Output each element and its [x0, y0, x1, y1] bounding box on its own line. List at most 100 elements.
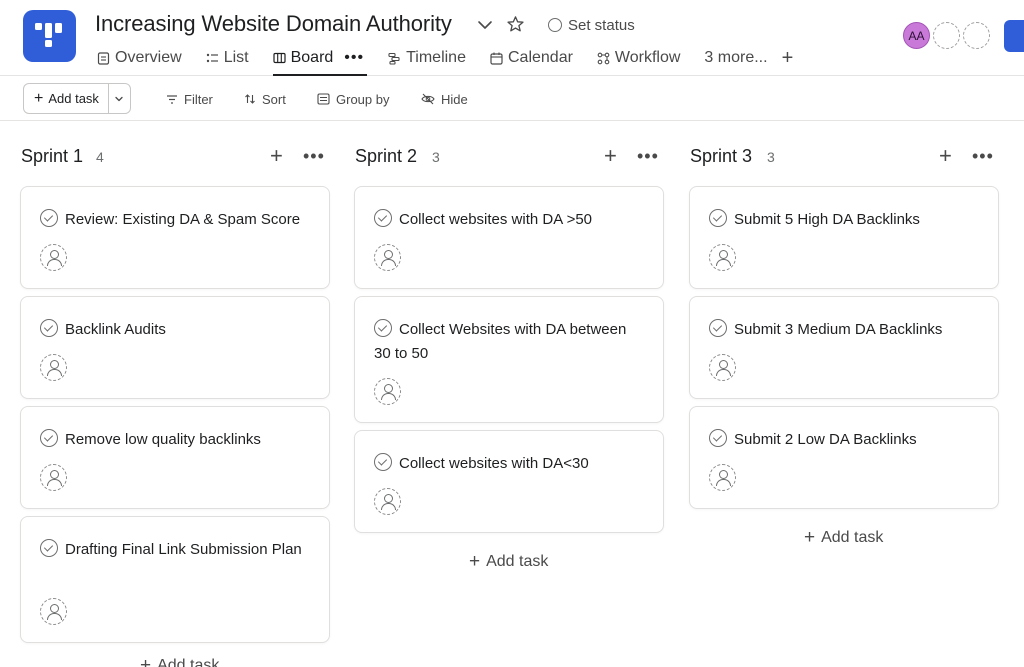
assignee-placeholder-icon[interactable]: [709, 464, 736, 491]
task-name: Submit 2 Low DA Backlinks: [734, 431, 917, 448]
tab-list[interactable]: List: [206, 47, 249, 69]
share-button[interactable]: [1004, 20, 1024, 52]
sort-icon: [245, 94, 255, 104]
task-card[interactable]: Collect Websites with DA between 30 to 5…: [354, 296, 664, 423]
column-add-task-button[interactable]: + Add task: [804, 528, 884, 547]
star-icon[interactable]: [506, 15, 525, 34]
assignee-placeholder-icon[interactable]: [40, 244, 67, 271]
add-task-split-button: + Add task: [23, 83, 131, 114]
add-task-label: Add task: [48, 91, 99, 106]
assignee-placeholder-icon[interactable]: [374, 244, 401, 271]
complete-check-icon[interactable]: [40, 429, 58, 447]
column-header: Sprint 1 4 + •••: [20, 144, 330, 170]
add-tab-button[interactable]: +: [782, 47, 794, 69]
task-card[interactable]: Submit 3 Medium DA Backlinks: [689, 296, 999, 399]
complete-check-icon[interactable]: [374, 319, 392, 337]
task-card[interactable]: Review: Existing DA & Spam Score: [20, 186, 330, 289]
add-task-to-column-icon[interactable]: +: [270, 144, 283, 168]
plus-icon: +: [140, 655, 152, 667]
assignee-placeholder-icon[interactable]: [709, 244, 736, 271]
tab-workflow[interactable]: Workflow: [597, 47, 681, 69]
task-card[interactable]: Collect websites with DA<30: [354, 430, 664, 533]
column-header: Sprint 3 3 + •••: [689, 144, 999, 170]
column-options-icon[interactable]: •••: [303, 146, 325, 166]
project-members[interactable]: AA: [903, 22, 990, 49]
column-header: Sprint 2 3 + •••: [354, 144, 664, 170]
empty-member-icon[interactable]: [933, 22, 960, 49]
assignee-placeholder-icon[interactable]: [374, 378, 401, 405]
chevron-down-icon[interactable]: [476, 16, 494, 34]
filter-button[interactable]: Filter: [166, 90, 213, 108]
plus-icon: +: [34, 89, 44, 107]
tab-more[interactable]: 3 more...: [704, 47, 767, 69]
sort-label: Sort: [262, 91, 286, 107]
group-by-icon: [317, 93, 330, 105]
complete-check-icon[interactable]: [709, 209, 727, 227]
task-card[interactable]: Backlink Audits: [20, 296, 330, 399]
column-add-task-button[interactable]: + Add task: [140, 655, 219, 667]
task-title: Remove low quality backlinks: [40, 428, 313, 452]
column-title[interactable]: Sprint 1: [21, 146, 83, 167]
tab-overview-label: Overview: [115, 49, 182, 66]
set-status-button[interactable]: Set status: [548, 15, 635, 35]
task-card[interactable]: Submit 2 Low DA Backlinks: [689, 406, 999, 509]
eye-off-icon: [421, 93, 435, 105]
tab-board-label: Board: [290, 49, 334, 66]
group-by-button[interactable]: Group by: [317, 90, 389, 108]
add-task-label: Add task: [821, 529, 884, 546]
project-header: Increasing Website Domain Authority Set …: [0, 0, 1024, 76]
tab-overview[interactable]: Overview: [97, 47, 182, 69]
task-card[interactable]: Drafting Final Link Submission Plan: [20, 516, 330, 643]
complete-check-icon[interactable]: [709, 429, 727, 447]
column-title[interactable]: Sprint 2: [355, 146, 417, 167]
hide-button[interactable]: Hide: [421, 90, 468, 108]
status-circle-icon: [548, 18, 562, 32]
task-card[interactable]: Collect websites with DA >50: [354, 186, 664, 289]
task-name: Review: Existing DA & Spam Score: [65, 211, 301, 228]
add-task-to-column-icon[interactable]: +: [939, 144, 952, 168]
add-task-button[interactable]: + Add task: [24, 84, 108, 113]
task-title: Backlink Audits: [40, 318, 313, 342]
project-title[interactable]: Increasing Website Domain Authority: [95, 11, 452, 37]
task-name: Collect websites with DA >50: [399, 211, 593, 228]
tab-options-icon[interactable]: •••: [344, 49, 364, 67]
tab-timeline[interactable]: Timeline: [388, 47, 466, 69]
list-icon: [206, 53, 218, 62]
column-add-task-button[interactable]: + Add task: [469, 551, 548, 572]
complete-check-icon[interactable]: [40, 209, 58, 227]
assignee-placeholder-icon[interactable]: [709, 354, 736, 381]
column-options-icon[interactable]: •••: [637, 146, 659, 166]
complete-check-icon[interactable]: [374, 209, 392, 227]
calendar-icon: [490, 52, 503, 65]
tab-board[interactable]: Board •••: [272, 47, 367, 76]
tab-workflow-label: Workflow: [614, 49, 681, 66]
empty-member-icon[interactable]: [963, 22, 990, 49]
add-task-to-column-icon[interactable]: +: [604, 144, 617, 168]
complete-check-icon[interactable]: [40, 539, 58, 557]
task-card[interactable]: Submit 5 High DA Backlinks: [689, 186, 999, 289]
avatar[interactable]: AA: [903, 22, 930, 49]
assignee-placeholder-icon[interactable]: [40, 598, 67, 625]
complete-check-icon[interactable]: [40, 319, 58, 337]
task-title: Submit 2 Low DA Backlinks: [709, 428, 982, 452]
task-card[interactable]: Remove low quality backlinks: [20, 406, 330, 509]
assignee-placeholder-icon[interactable]: [40, 354, 67, 381]
complete-check-icon[interactable]: [709, 319, 727, 337]
assignee-placeholder-icon[interactable]: [40, 464, 67, 491]
task-name: Submit 5 High DA Backlinks: [734, 211, 920, 228]
complete-check-icon[interactable]: [374, 453, 392, 471]
column-title[interactable]: Sprint 3: [690, 146, 752, 167]
tab-calendar[interactable]: Calendar: [490, 47, 573, 69]
workflow-icon: [597, 52, 610, 64]
assignee-placeholder-icon[interactable]: [374, 488, 401, 515]
project-tabs: Overview List Board ••• Timeline Calenda…: [97, 47, 794, 76]
chevron-down-icon: [115, 96, 124, 101]
add-task-dropdown[interactable]: [107, 84, 130, 113]
sort-button[interactable]: Sort: [244, 90, 286, 108]
column-options-icon[interactable]: •••: [972, 146, 994, 166]
project-icon[interactable]: [23, 10, 76, 62]
board-logo-icon: [35, 23, 62, 47]
set-status-label: Set status: [568, 16, 635, 34]
overview-icon: [97, 51, 110, 65]
plus-icon: +: [469, 551, 481, 572]
